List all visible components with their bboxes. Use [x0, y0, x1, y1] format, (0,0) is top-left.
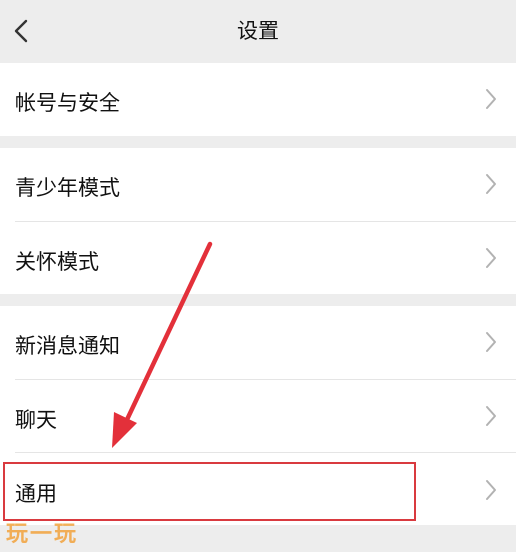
settings-group-general: 新消息通知 聊天 通用	[0, 306, 516, 525]
settings-item-account-security[interactable]: 帐号与安全	[0, 63, 516, 136]
settings-item-label: 关怀模式	[15, 250, 99, 274]
chevron-right-icon	[484, 87, 498, 111]
settings-group-modes: 青少年模式 关怀模式	[0, 148, 516, 294]
settings-item-label: 帐号与安全	[15, 91, 120, 115]
chevron-right-icon	[484, 404, 498, 428]
chevron-right-icon	[484, 330, 498, 354]
settings-item-label: 新消息通知	[15, 334, 120, 358]
chevron-right-icon	[484, 172, 498, 196]
watermark-logo: 玩一玩	[6, 522, 79, 547]
settings-item-chat[interactable]: 聊天	[0, 380, 516, 452]
settings-item-label: 青少年模式	[15, 176, 120, 200]
chevron-right-icon	[484, 246, 498, 270]
settings-item-care-mode[interactable]: 关怀模式	[0, 222, 516, 294]
chevron-right-icon	[484, 478, 498, 502]
settings-item-teen-mode[interactable]: 青少年模式	[0, 148, 516, 221]
settings-item-notifications[interactable]: 新消息通知	[0, 306, 516, 379]
nav-bar: 设置	[0, 0, 516, 62]
page-title: 设置	[237, 19, 279, 43]
settings-item-label: 通用	[15, 482, 57, 506]
settings-item-general[interactable]: 通用	[0, 453, 516, 525]
settings-item-label: 聊天	[15, 408, 57, 432]
